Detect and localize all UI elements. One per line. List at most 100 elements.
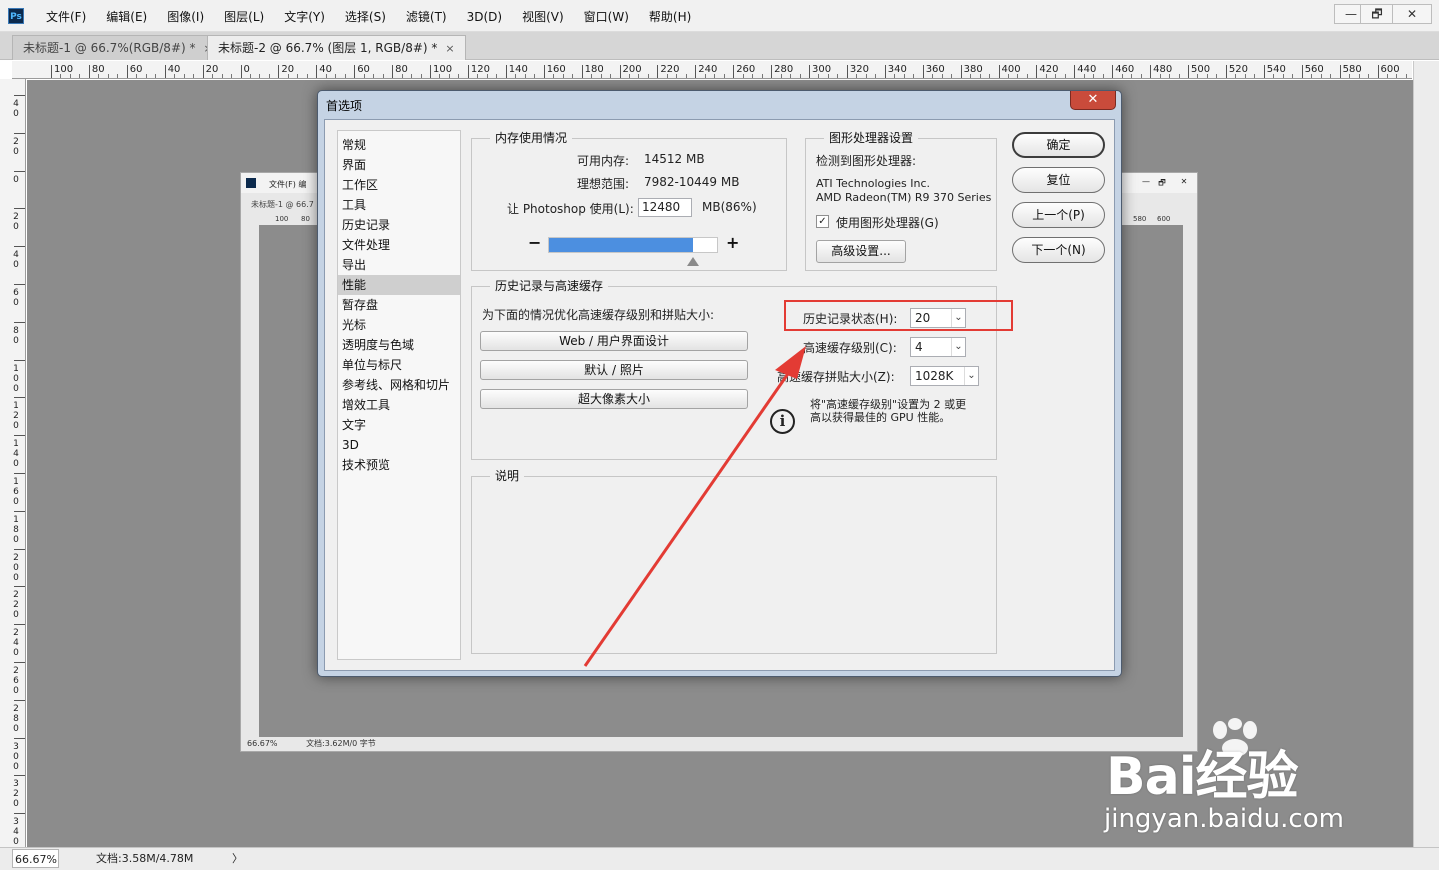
category-scratch-disks[interactable]: 暂存盘 — [338, 295, 460, 315]
ruler-tick — [733, 65, 735, 78]
available-ram-value: 14512 MB — [644, 152, 705, 166]
category-guides-grid[interactable]: 参考线、网格和切片 — [338, 375, 460, 395]
cache-tile-size-combo[interactable]: 1028K ⌄ — [910, 366, 979, 386]
menu-view[interactable]: 视图(V) — [512, 8, 574, 26]
ruler-label: 140 — [13, 439, 19, 470]
ruler-label: 520 — [1228, 64, 1248, 75]
menu-window[interactable]: 窗口(W) — [574, 8, 639, 26]
menu-3d[interactable]: 3D(D) — [457, 8, 512, 26]
chevron-down-icon[interactable]: ⌄ — [964, 367, 978, 385]
ruler-minor-tick — [1026, 74, 1028, 78]
ruler-label: 100 — [54, 64, 74, 75]
ruler-minor-tick — [458, 74, 460, 78]
category-units-rulers[interactable]: 单位与标尺 — [338, 355, 460, 375]
preset-default-photo-button[interactable]: 默认 / 照片 — [480, 360, 748, 380]
cache-tile-size-value: 1028K — [915, 369, 954, 383]
ruler-label: 100 — [433, 64, 453, 75]
category-performance[interactable]: 性能 — [338, 275, 460, 295]
memory-slider-thumb-icon[interactable] — [687, 257, 699, 266]
ruler-tick — [278, 65, 280, 78]
ruler-label: 80 — [91, 64, 105, 75]
preset-huge-pixel-button[interactable]: 超大像素大小 — [480, 389, 748, 409]
menu-select[interactable]: 选择(S) — [335, 8, 396, 26]
next-button[interactable]: 下一个(N) — [1012, 237, 1105, 263]
dialog-close-button[interactable]: ✕ — [1070, 91, 1116, 110]
decrease-memory-icon[interactable]: − — [528, 233, 541, 252]
ruler-label: 60 — [129, 64, 143, 75]
description-title: 说明 — [490, 468, 525, 484]
category-history[interactable]: 历史记录 — [338, 215, 460, 235]
ruler-label: 20 — [13, 136, 19, 157]
ruler-tick — [392, 65, 394, 78]
ruler-label: 80 — [395, 64, 408, 75]
ruler-label: 300 — [812, 64, 832, 75]
ruler-tick — [14, 321, 25, 323]
advanced-settings-button[interactable]: 高级设置... — [816, 240, 906, 263]
preset-web-ui-button[interactable]: Web / 用户界面设计 — [480, 331, 748, 351]
tab-document-1[interactable]: 未标题-1 @ 66.7%(RGB/8#) *× — [12, 35, 224, 60]
menu-filter[interactable]: 滤镜(T) — [396, 8, 457, 26]
category-interface[interactable]: 界面 — [338, 155, 460, 175]
nested-ruler-left-2: 80 — [301, 215, 310, 223]
ruler-label: 240 — [13, 628, 19, 659]
ruler-tick — [1074, 65, 1076, 78]
vertical-ruler: 4020020406080100120140160180200220240260… — [0, 79, 26, 847]
ruler-tick — [467, 65, 469, 78]
ruler-tick — [1188, 65, 1189, 78]
ruler-tick — [14, 397, 25, 399]
ruler-label: 60 — [357, 64, 370, 75]
horizontal-ruler: 100 80 60 40 20 0 20 40 60 80 100 120 140 160 180 200 22… — [12, 61, 1412, 79]
ruler-tick — [14, 95, 25, 96]
category-tools[interactable]: 工具 — [338, 195, 460, 215]
menu-image[interactable]: 图像(I) — [157, 8, 214, 26]
ruler-label: 320 — [849, 64, 869, 75]
category-workspace[interactable]: 工作区 — [338, 175, 460, 195]
reset-button[interactable]: 复位 — [1012, 167, 1105, 193]
ruler-label: 260 — [13, 666, 19, 696]
category-type[interactable]: 文字 — [338, 415, 460, 435]
category-cursors[interactable]: 光标 — [338, 315, 460, 335]
chevron-down-icon[interactable]: ⌄ — [951, 338, 965, 356]
ruler-tick — [14, 586, 25, 588]
ruler-minor-tick — [1330, 74, 1332, 78]
category-plugins[interactable]: 增效工具 — [338, 395, 460, 415]
memory-slider-track[interactable] — [548, 237, 718, 253]
category-transparency[interactable]: 透明度与色域 — [338, 335, 460, 355]
category-3d[interactable]: 3D — [338, 435, 460, 455]
ruler-label: 100 — [13, 363, 19, 394]
ruler-label: 260 — [736, 64, 756, 75]
cache-levels-combo[interactable]: 4 ⌄ — [910, 337, 966, 357]
ruler-label: 180 — [13, 514, 19, 545]
status-menu-arrow-icon[interactable]: 〉 — [232, 849, 243, 869]
menu-layer[interactable]: 图层(L) — [214, 8, 274, 26]
tab-document-2[interactable]: 未标题-2 @ 66.7% (图层 1, RGB/8#) * × — [207, 35, 466, 60]
memory-amount-input[interactable]: 12480 — [638, 198, 692, 217]
ideal-range-value: 7982-10449 MB — [644, 175, 740, 189]
menu-type[interactable]: 文字(Y) — [274, 8, 335, 26]
ruler-minor-tick — [420, 74, 422, 78]
tab-label: 未标题-1 @ 66.7%(RGB/8#) * — [23, 41, 196, 55]
ruler-minor-tick — [989, 74, 991, 78]
category-tech-preview[interactable]: 技术预览 — [338, 455, 460, 475]
use-gpu-checkbox[interactable]: ✓ — [816, 215, 829, 228]
nested-status: 66.67% 文档:3.62M/0 字节 — [247, 738, 376, 749]
menu-help[interactable]: 帮助(H) — [639, 8, 701, 26]
increase-memory-icon[interactable]: + — [726, 233, 739, 252]
category-export[interactable]: 导出 — [338, 255, 460, 275]
restore-button[interactable]: 🗗 — [1360, 4, 1394, 24]
ok-button[interactable]: 确定 — [1012, 132, 1105, 158]
tab-close-icon[interactable]: × — [445, 42, 454, 55]
ruler-tick — [922, 65, 924, 78]
category-general[interactable]: 常规 — [338, 135, 460, 155]
category-file-handling[interactable]: 文件处理 — [338, 235, 460, 255]
close-window-button[interactable]: ✕ — [1392, 4, 1432, 24]
ruler-minor-tick — [1216, 74, 1218, 78]
ruler-minor-tick — [761, 74, 763, 78]
ruler-minor-tick — [534, 74, 536, 78]
prev-button[interactable]: 上一个(P) — [1012, 202, 1105, 228]
menu-edit[interactable]: 编辑(E) — [96, 8, 157, 26]
ruler-label: 20 — [281, 64, 295, 75]
ruler-minor-tick — [875, 74, 877, 78]
zoom-field[interactable]: 66.67% — [12, 849, 59, 868]
menu-file[interactable]: 文件(F) — [36, 8, 96, 26]
